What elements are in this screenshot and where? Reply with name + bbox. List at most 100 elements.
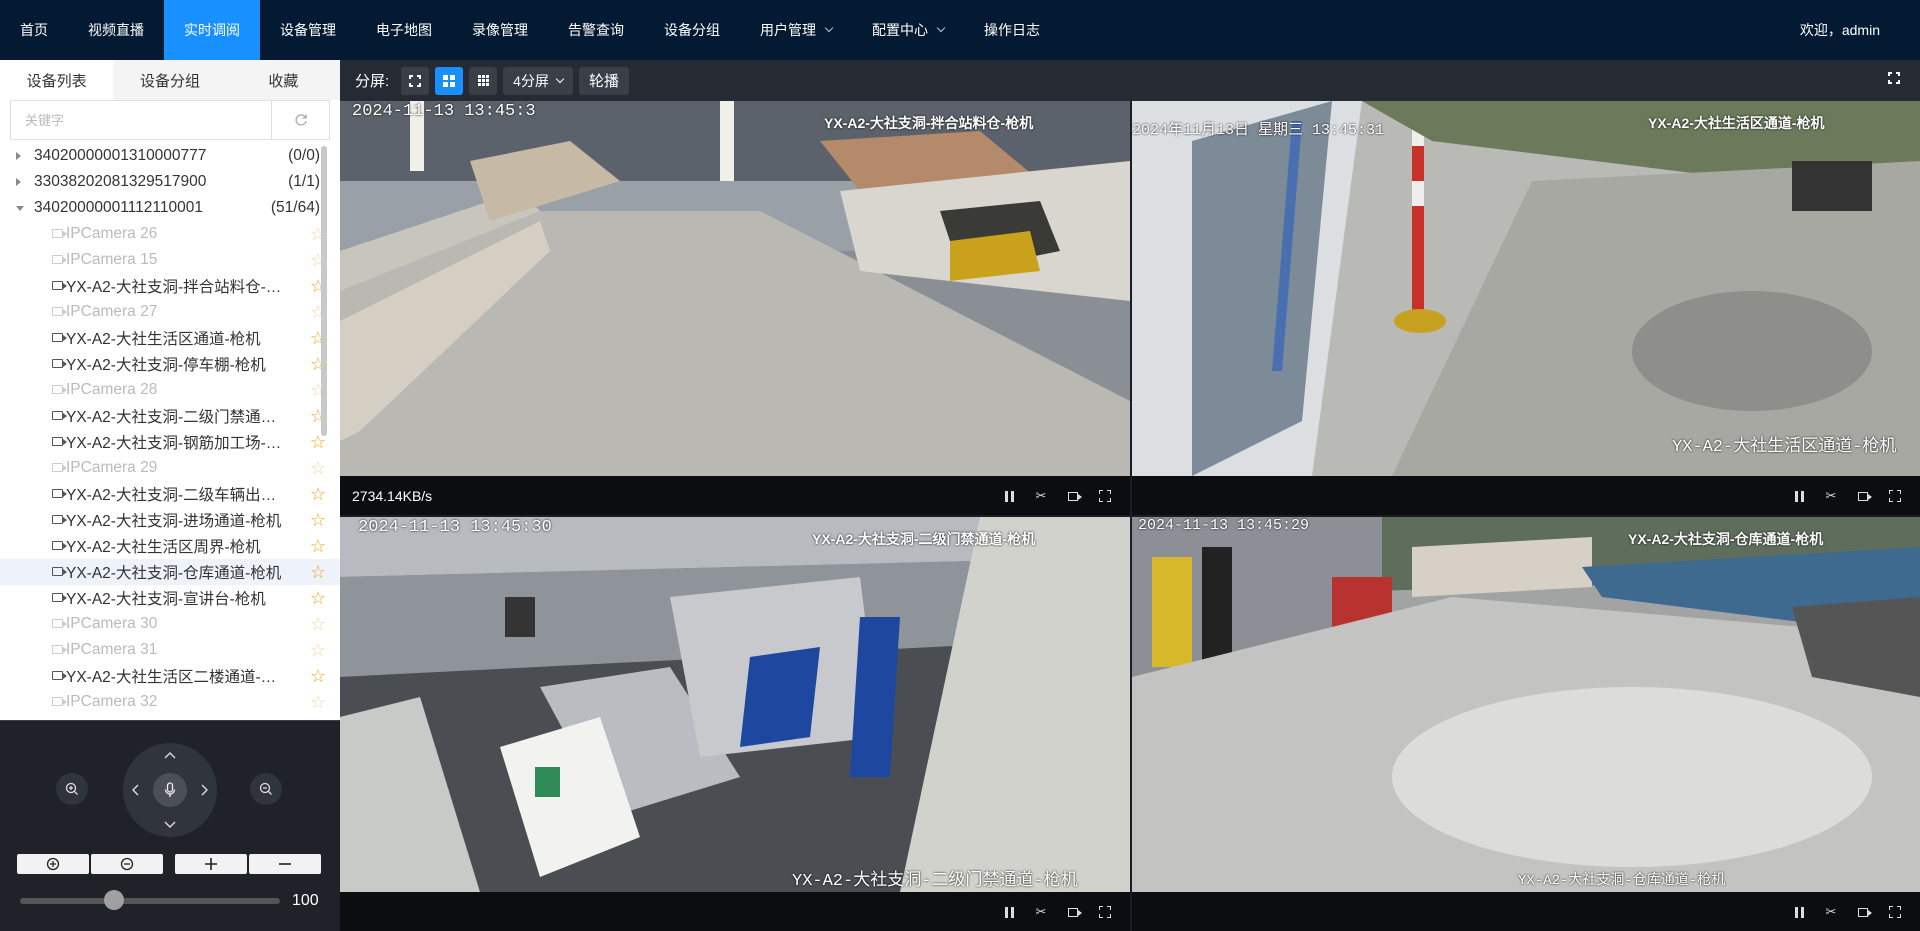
snapshot-button[interactable]: ✂: [1822, 488, 1840, 504]
record-button[interactable]: [1854, 488, 1872, 504]
pause-button[interactable]: [1000, 904, 1018, 920]
star-icon[interactable]: ☆: [310, 458, 326, 478]
tree-scrollbar[interactable]: [321, 146, 327, 436]
tree-camera[interactable]: YX-A2-大社支洞-拌合站料仓-枪机 ☆: [0, 273, 340, 299]
star-icon[interactable]: ☆: [310, 536, 326, 556]
nav-live-video[interactable]: 视频直播: [68, 0, 164, 60]
tree-camera[interactable]: YX-A2-大社生活区通道-枪机 ☆: [0, 325, 340, 351]
pause-button[interactable]: [1790, 488, 1808, 504]
nav-user-management[interactable]: 用户管理: [740, 0, 852, 60]
pause-button[interactable]: [1790, 904, 1808, 920]
ptz-right-button[interactable]: [195, 780, 215, 800]
tree-camera[interactable]: YX-A2-大社支洞-宣讲台-枪机 ☆: [0, 585, 340, 611]
tree-group[interactable]: 33038202081329517900 (1/1): [0, 169, 340, 195]
star-icon[interactable]: ☆: [310, 614, 326, 634]
camera-label: IPCamera 26: [66, 225, 158, 242]
video-cell-3[interactable]: 2024-11-13 13:45:30 YX-A2-大社支洞-二级门禁通道-枪机…: [340, 517, 1130, 931]
expand-button[interactable]: [1886, 488, 1904, 504]
nav-realtime-view[interactable]: 实时调阅: [164, 0, 260, 60]
tree-camera[interactable]: YX-A2-大社支洞-钢筋加工场-枪机 ☆: [0, 429, 340, 455]
focus-far-button[interactable]: [91, 854, 163, 874]
star-icon[interactable]: ☆: [310, 692, 326, 712]
tree-camera[interactable]: IPCamera 27 ☆: [0, 299, 340, 325]
tab-device-list[interactable]: 设备列表: [0, 60, 114, 100]
tree-camera[interactable]: IPCamera 15 ☆: [0, 247, 340, 273]
star-icon[interactable]: ☆: [310, 588, 326, 608]
camera-label: IPCamera 32: [66, 693, 158, 710]
ptz-left-button[interactable]: [125, 780, 145, 800]
snapshot-button[interactable]: ✂: [1032, 488, 1050, 504]
tree-camera[interactable]: IPCamera 28 ☆: [0, 377, 340, 403]
user-welcome[interactable]: 欢迎，admin: [1800, 0, 1880, 60]
zoom-in-button[interactable]: [56, 773, 88, 805]
tour-button[interactable]: 轮播: [578, 66, 629, 95]
caret-right-icon[interactable]: [16, 152, 21, 160]
ptz-down-button[interactable]: [160, 815, 180, 835]
star-icon[interactable]: ☆: [310, 484, 326, 504]
minus-icon: [279, 863, 291, 865]
star-icon[interactable]: ☆: [310, 562, 326, 582]
tree-camera[interactable]: IPCamera 26 ☆: [0, 221, 340, 247]
record-button[interactable]: [1064, 488, 1082, 504]
nav-device-group[interactable]: 设备分组: [644, 0, 740, 60]
focus-near-button[interactable]: [17, 854, 89, 874]
expand-button[interactable]: [1886, 904, 1904, 920]
nav-recording-management[interactable]: 录像管理: [452, 0, 548, 60]
nav-electronic-map[interactable]: 电子地图: [356, 0, 452, 60]
tree-camera[interactable]: YX-A2-大社支洞-进场通道-枪机 ☆: [0, 507, 340, 533]
expand-button[interactable]: [1096, 904, 1114, 920]
ptz-control-panel: 100: [0, 720, 340, 931]
expand-button[interactable]: [1096, 488, 1114, 504]
tab-device-group[interactable]: 设备分组: [113, 60, 226, 100]
split-4-button[interactable]: [435, 66, 464, 95]
video-cell-4[interactable]: 2024-11-13 13:45:29 YX-A2-大社支洞-仓库通道-枪机 Y…: [1132, 517, 1920, 931]
star-icon[interactable]: ☆: [310, 510, 326, 530]
tree-group[interactable]: 34020000001112110001 (51/64): [0, 195, 340, 221]
video-cell-1[interactable]: 2024-11-13 13:45:3 YX-A2-大社支洞-拌合站料仓-枪机 2…: [340, 101, 1130, 515]
tree-group[interactable]: 34020000001310000777 (0/0): [0, 143, 340, 169]
split-9-button[interactable]: [469, 66, 498, 95]
nav-config-center[interactable]: 配置中心: [852, 0, 964, 60]
tree-camera[interactable]: IPCamera 32 ☆: [0, 689, 340, 715]
refresh-button[interactable]: [271, 101, 329, 139]
tree-camera[interactable]: YX-A2-大社支洞-仓库通道-枪机 ☆: [0, 559, 340, 585]
video-camera-name: YX-A2-大社生活区通道-枪机: [1648, 115, 1825, 131]
iris-close-button[interactable]: [249, 854, 321, 874]
tree-camera[interactable]: YX-A2-大社支洞-二级车辆出入口-枪机 ☆: [0, 481, 340, 507]
record-button[interactable]: [1064, 904, 1082, 920]
expand-icon: [1099, 490, 1111, 502]
camera-label: YX-A2-大社支洞-二级门禁通道-枪机: [66, 409, 288, 426]
video-cell-2[interactable]: 2024年11月13日 星期三 13:45:31 YX-A2-大社生活区通道-枪…: [1132, 101, 1920, 515]
talk-button[interactable]: [153, 773, 187, 807]
tree-camera[interactable]: YX-A2-大社支洞-二级门禁通道-枪机 ☆: [0, 403, 340, 429]
nav-device-management[interactable]: 设备管理: [260, 0, 356, 60]
snapshot-button[interactable]: ✂: [1822, 904, 1840, 920]
record-button[interactable]: [1854, 904, 1872, 920]
tab-favorites[interactable]: 收藏: [227, 60, 340, 100]
tree-camera[interactable]: IPCamera 30 ☆: [0, 611, 340, 637]
fullscreen-button[interactable]: [1888, 72, 1900, 84]
nav-operation-log[interactable]: 操作日志: [964, 0, 1060, 60]
tree-camera[interactable]: IPCamera 29 ☆: [0, 455, 340, 481]
tree-camera[interactable]: YX-A2-大社生活区周界-枪机 ☆: [0, 533, 340, 559]
pause-button[interactable]: [1000, 488, 1018, 504]
nav-alarm-query[interactable]: 告警查询: [548, 0, 644, 60]
zoom-out-button[interactable]: [250, 773, 282, 805]
star-icon[interactable]: ☆: [310, 666, 326, 686]
split-select[interactable]: 4分屏: [503, 66, 573, 95]
search-input[interactable]: [11, 101, 271, 139]
tree-camera[interactable]: IPCamera 31 ☆: [0, 637, 340, 663]
caret-right-icon[interactable]: [16, 178, 21, 186]
group-id: 34020000001112110001: [34, 199, 203, 216]
nav-home[interactable]: 首页: [0, 0, 68, 60]
speed-slider-thumb[interactable]: [103, 890, 124, 910]
split-1-button[interactable]: [401, 66, 430, 95]
star-icon[interactable]: ☆: [310, 640, 326, 660]
speed-slider-track[interactable]: [20, 898, 280, 904]
tree-camera[interactable]: YX-A2-大社生活区二楼通道-枪机 ☆: [0, 663, 340, 689]
snapshot-button[interactable]: ✂: [1032, 904, 1050, 920]
iris-open-button[interactable]: [175, 854, 247, 874]
caret-down-icon[interactable]: [16, 206, 24, 211]
tree-camera[interactable]: YX-A2-大社支洞-停车棚-枪机 ☆: [0, 351, 340, 377]
ptz-up-button[interactable]: [160, 745, 180, 765]
